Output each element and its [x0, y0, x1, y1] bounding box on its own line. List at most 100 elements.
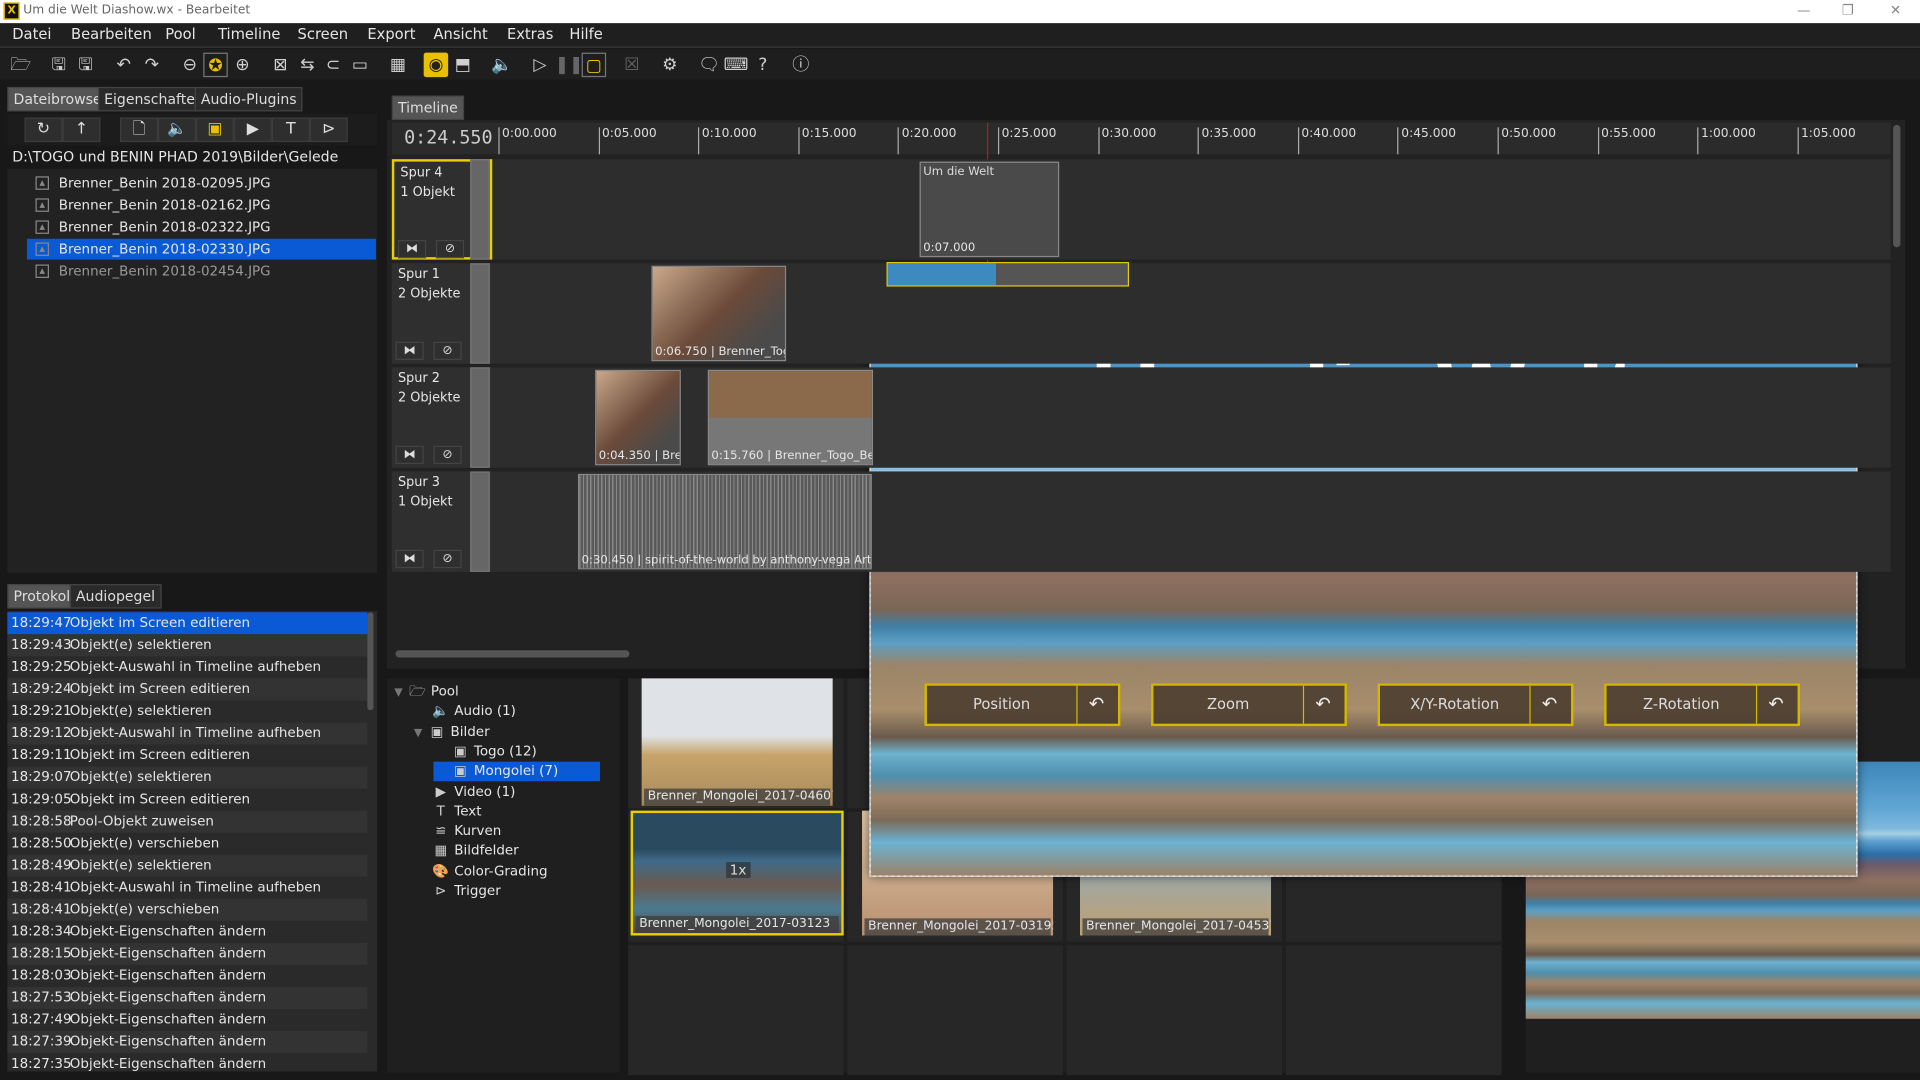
timeline-ruler[interactable]: 0:00.000 0:05.000 0:10.000 0:15.000 0:20.000…	[391, 122, 1891, 155]
timeline-clip[interactable]: 0:30.450 | spirit-of-the-world by anthon…	[577, 473, 872, 570]
tab-eigenschaften[interactable]: Eigenschaften	[97, 86, 211, 112]
protocol-row[interactable]: 18:29:07Objekt(e) selektieren	[7, 766, 368, 789]
pool-node-mongolei[interactable]: ▣ Mongolei (7)	[433, 761, 601, 782]
play-button[interactable]: ▷	[528, 53, 552, 77]
audio-mute-button[interactable]: 🔈	[490, 53, 514, 77]
file-item[interactable]: ▲ Brenner_Benin 2018-02162.JPG	[27, 195, 376, 216]
protocol-row[interactable]: 18:29:05Objekt im Screen editieren	[7, 789, 367, 811]
timeline-clip[interactable]: 0:04.350 | Brenn...	[595, 369, 681, 466]
text-filter-button[interactable]: T	[271, 117, 310, 143]
help-button[interactable]: ?	[751, 53, 775, 77]
transition-button[interactable]: ⧓	[395, 341, 424, 361]
minimize-button[interactable]: —	[1785, 2, 1822, 20]
info-button[interactable]: ⓘ	[789, 53, 813, 77]
position-button[interactable]: Position	[927, 685, 1078, 724]
tab-audiopegel[interactable]: Audiopegel	[69, 584, 162, 609]
protocol-row[interactable]: 18:27:49Objekt-Eigenschaften ändern	[7, 1009, 367, 1031]
protocol-row[interactable]: 18:28:34Objekt-Eigenschaften ändern	[7, 921, 367, 943]
protocol-row[interactable]: 18:27:39Objekt-Eigenschaften ändern	[7, 1031, 368, 1054]
pool-thumbnail[interactable]: Brenner_Mongolei_2017-04607	[641, 678, 833, 806]
menu-pool[interactable]: Pool	[165, 26, 195, 43]
pause-button[interactable]: ❚❚	[555, 53, 584, 77]
close-button[interactable]: ✕	[1877, 2, 1914, 20]
document-filter-button[interactable]: 🗋	[120, 117, 158, 143]
pool-thumbnail[interactable]: 1x Brenner_Mongolei_2017-03123	[630, 810, 844, 936]
up-arrow-filter-button[interactable]: ↑	[62, 117, 101, 143]
audio-filter-button[interactable]: 🔈	[157, 117, 196, 143]
protocol-row[interactable]: 18:28:58Pool-Objekt zuweisen	[7, 810, 368, 833]
protocol-row[interactable]: 18:27:35Objekt-Eigenschaften ändern	[7, 1053, 367, 1075]
ruler-button[interactable]: ▭	[348, 53, 372, 77]
protocol-row[interactable]: 18:29:24Objekt im Screen editieren	[7, 678, 368, 701]
reset-icon[interactable]: ↶	[1528, 686, 1571, 724]
pool-node-bilder[interactable]: ▼ ▣ Bilder	[414, 722, 490, 742]
magnet-button[interactable]: ⊂	[321, 53, 345, 77]
disable-track-button[interactable]: ⊘	[433, 341, 462, 361]
pool-node-color-grading[interactable]: 🎨 Color-Grading	[414, 862, 547, 882]
menu-hilfe[interactable]: Hilfe	[569, 26, 602, 43]
pool-node-kurven[interactable]: ≌ Kurven	[414, 822, 501, 842]
protocol-row[interactable]: 18:29:12Objekt-Auswahl in Timeline aufhe…	[7, 722, 368, 745]
file-item[interactable]: ▲ Brenner_Benin 2018-02454.JPG	[27, 261, 376, 282]
timeline-clip[interactable]	[886, 262, 1129, 287]
menu-extras[interactable]: Extras	[507, 26, 553, 43]
redo-button[interactable]: ↷	[140, 53, 164, 77]
grid-button[interactable]: ▦	[386, 53, 410, 77]
transition-button[interactable]: ⧓	[395, 445, 424, 465]
menu-timeline[interactable]: Timeline	[218, 26, 280, 43]
save-button[interactable]: 🖫	[47, 53, 71, 77]
open-folder-button[interactable]: 🗁	[9, 53, 33, 77]
menu-datei[interactable]: Datei	[12, 26, 51, 43]
stop-button[interactable]: ▢	[581, 52, 607, 78]
track-volume-bar[interactable]	[470, 367, 490, 468]
timeline-clip[interactable]: 0:15.760 | Brenner_Togo_Ber	[707, 369, 874, 466]
comments-button[interactable]: 🗨	[697, 53, 721, 77]
pool-node-togo[interactable]: ▣ Togo (12)	[433, 742, 537, 762]
disable-track-button[interactable]: ⊘	[435, 240, 465, 259]
pool-node-trigger[interactable]: ⊳ Trigger	[414, 882, 501, 902]
protocol-row[interactable]: 18:29:25Objekt-Auswahl in Timeline aufhe…	[7, 656, 367, 678]
protocol-row[interactable]: 18:29:21Objekt(e) selektieren	[7, 700, 367, 722]
trigger-filter-button[interactable]: ⊳	[309, 117, 348, 143]
track-spur-3[interactable]: Spur 3 1 Objekt ⧓ ⊘ 0:30.450 | spirit-of-the…	[391, 471, 1891, 572]
zoom-out-button[interactable]: ⊖	[178, 53, 202, 77]
undo-button[interactable]: ↶	[111, 53, 135, 77]
protocol-row[interactable]: 18:29:43Objekt(e) selektieren	[7, 634, 368, 657]
track-volume-bar[interactable]	[470, 159, 490, 260]
timeline-horizontal-scrollbar[interactable]	[395, 650, 630, 658]
menu-screen[interactable]: Screen	[298, 26, 349, 43]
tab-audio-plugins[interactable]: Audio-Plugins	[194, 86, 303, 112]
keyboard-button[interactable]: ⌨	[724, 53, 749, 77]
protocol-row[interactable]: 18:29:47Objekt im Screen editieren	[7, 612, 368, 635]
video-filter-button[interactable]: ▶	[233, 117, 272, 143]
reset-icon[interactable]: ↶	[1302, 686, 1345, 724]
zoom-button[interactable]: Zoom	[1153, 685, 1305, 724]
restore-button[interactable]: ❐	[1829, 2, 1866, 20]
protocol-scrollbar[interactable]	[367, 612, 374, 711]
pool-node-pool[interactable]: ▼ 🗁 Pool	[394, 682, 459, 702]
track-spur-1[interactable]: Spur 1 2 Objekte ⧓ ⊘ 0:06.750 | Brenner_Togo…	[391, 262, 1891, 364]
timeline-vertical-scrollbar[interactable]	[1893, 124, 1901, 248]
save-as-button[interactable]: 🖫	[73, 53, 97, 77]
cut-button[interactable]: ⊠	[268, 53, 292, 77]
pool-node-bildfelder[interactable]: ▦ Bildfelder	[414, 842, 518, 862]
swap-button[interactable]: ⇆	[295, 53, 319, 77]
z-rotation-button[interactable]: Z-Rotation	[1607, 685, 1758, 724]
xy-rotation-button[interactable]: X/Y-Rotation	[1380, 685, 1531, 724]
timeline-clip[interactable]: 0:06.750 | Brenner_Togo 2018...	[651, 265, 787, 362]
menu-export[interactable]: Export	[367, 26, 415, 43]
reset-icon[interactable]: ↶	[1075, 686, 1118, 724]
track-volume-bar[interactable]	[470, 471, 490, 572]
expand-toggle-icon[interactable]: ▼	[394, 687, 402, 699]
close-box-button[interactable]: ☒	[620, 53, 644, 77]
track-spur-4[interactable]: Spur 4 1 Objekt ⧓ ⊘ Um die Welt 0:07.000	[391, 159, 1891, 260]
menu-bearbeiten[interactable]: Bearbeiten	[71, 26, 152, 43]
image-filter-button[interactable]: ▣	[195, 117, 234, 143]
settings-gear-button[interactable]: ⚙	[658, 53, 682, 77]
protocol-row[interactable]: 18:28:03Objekt-Eigenschaften ändern	[7, 965, 367, 987]
protocol-row[interactable]: 18:28:49Objekt(e) selektieren	[7, 854, 368, 877]
protocol-row[interactable]: 18:28:41Objekt-Auswahl in Timeline aufhe…	[7, 877, 367, 899]
protocol-row[interactable]: 18:28:15Objekt-Eigenschaften ändern	[7, 942, 368, 965]
timeline-clip[interactable]: Um die Welt 0:07.000	[919, 161, 1060, 258]
expand-toggle-icon[interactable]: ▼	[414, 727, 422, 739]
